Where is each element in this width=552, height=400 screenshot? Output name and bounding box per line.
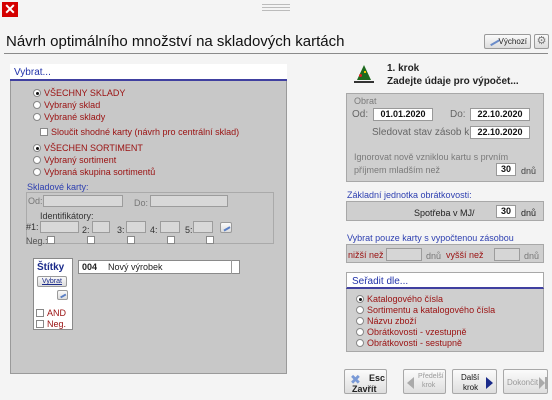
pick-icon[interactable]: [220, 222, 232, 233]
id-label-2: 2:: [82, 225, 90, 235]
ignore-label-line1: Ignorovat nově vzniklou kartu s prvním: [354, 152, 509, 162]
next-label-1: Další: [461, 373, 480, 382]
to-label: Do:: [134, 198, 149, 208]
default-button[interactable]: Výchozí: [484, 34, 531, 49]
id-label-4: 4:: [150, 225, 158, 235]
identifier-5-input[interactable]: [193, 221, 213, 233]
close-icon[interactable]: ✕: [2, 2, 18, 17]
tags-neg-checkbox[interactable]: Neg.: [36, 319, 66, 329]
merge-cards-checkbox[interactable]: Sloučit shodné karty (návrh pro centráln…: [40, 127, 239, 137]
sort-option-name[interactable]: Názvu zboží: [356, 316, 417, 326]
sort-option-catalog[interactable]: Katalogového čísla: [356, 294, 443, 304]
step-title: 1. krok: [387, 63, 420, 74]
arrow-right-icon: [486, 377, 493, 389]
filter-lower-label: nižší než: [348, 250, 384, 260]
select-panel-heading: Vybrat...: [10, 64, 287, 81]
ignore-label-line2: příjmem mladším než: [354, 165, 441, 175]
period-to-label: Do:: [450, 109, 466, 120]
finish-bar: [545, 377, 547, 389]
filter-higher-input[interactable]: [494, 248, 520, 261]
neg-checkbox-1[interactable]: [47, 236, 55, 244]
card-from-input[interactable]: [43, 195, 123, 207]
sort-option-assortment-catalog[interactable]: Sortimentu a katalogového čísla: [356, 305, 495, 315]
radio-selected-assortment[interactable]: Vybraný sortiment: [33, 155, 116, 165]
finish-label: Dokončit: [507, 378, 539, 387]
next-step-button[interactable]: Další krok: [452, 369, 497, 394]
close-label: Zavřít: [352, 384, 377, 394]
sort-option-turnover-desc[interactable]: Obrátkovosti - sestupně: [356, 338, 462, 348]
filter-higher-unit: dnů: [524, 251, 540, 261]
turnover-label: Základní jednotka obrátkovosti:: [347, 190, 472, 200]
arrow-left-icon: [407, 377, 414, 389]
neg-checkbox-4[interactable]: [167, 236, 175, 244]
title-divider: [4, 53, 548, 54]
period-from-label: Od:: [352, 109, 369, 120]
identifier-1-input[interactable]: [40, 221, 79, 233]
drag-grip[interactable]: [262, 4, 290, 11]
cards-group-label: Skladové karty:: [27, 182, 89, 192]
radio-selected-warehouse[interactable]: Vybraný sklad: [33, 100, 100, 110]
neg-checkbox-5[interactable]: [206, 236, 214, 244]
esc-label: Esc: [369, 373, 386, 383]
tag-code: 004: [82, 262, 98, 272]
sort-option-turnover-asc[interactable]: Obrátkovosti - vzestupně: [356, 327, 467, 337]
finish-button[interactable]: Dokončit: [503, 369, 548, 394]
prev-step-button[interactable]: Předelší krok: [403, 369, 446, 394]
identifier-3-input[interactable]: [126, 221, 146, 233]
step-subtitle: Zadejte údaje pro výpočet...: [387, 76, 519, 87]
radio-assortment-group[interactable]: Vybraná skupina sortimentů: [33, 167, 155, 177]
neg-checkbox-3[interactable]: [127, 236, 135, 244]
period-label: Obrat: [354, 96, 377, 106]
prev-label-2: krok: [422, 382, 436, 389]
close-button[interactable]: ✖ Esc Zavřít: [344, 369, 387, 394]
track-date-input[interactable]: 22.10.2020: [470, 126, 530, 139]
from-label: Od:: [28, 196, 43, 206]
tag-name: Nový výrobek: [108, 262, 163, 272]
identifier-4-input[interactable]: [160, 221, 180, 233]
card-to-input[interactable]: [150, 195, 228, 207]
period-to-input[interactable]: 22.10.2020: [470, 108, 530, 121]
wizard-icon: [354, 62, 374, 84]
neg-label: Neg.:: [26, 236, 48, 246]
id-label-1: #1:: [26, 222, 39, 232]
track-label: Sledovat stav zásob k:: [372, 127, 473, 138]
tags-label: Štítky: [37, 262, 65, 273]
filter-higher-label: vyšší než: [446, 250, 484, 260]
id-label-3: 3:: [117, 225, 125, 235]
ignore-days-input[interactable]: 30: [496, 163, 516, 176]
page-title: Návrh optimálního množství na skladových…: [6, 33, 345, 50]
sort-heading: Seřadit dle...: [346, 272, 544, 289]
radio-all-warehouses[interactable]: VŠECHNY SKLADY: [33, 88, 125, 98]
id-label-5: 5:: [185, 225, 193, 235]
pick-icon[interactable]: [57, 290, 68, 300]
turnover-days-input[interactable]: 30: [496, 205, 516, 218]
turnover-text: Spotřeba v MJ/: [414, 208, 475, 218]
filter-label: Vybrat pouze karty s vypočtenou zásobou: [347, 233, 514, 243]
radio-selected-warehouses[interactable]: Vybrané sklady: [33, 112, 105, 122]
gear-icon[interactable]: ⚙: [534, 34, 549, 49]
default-button-label: Výchozí: [498, 37, 527, 46]
ignore-unit: dnů: [521, 166, 537, 176]
next-label-2: krok: [463, 383, 479, 392]
tags-and-checkbox[interactable]: AND: [36, 308, 66, 318]
tags-select-button[interactable]: Vybrat: [37, 276, 67, 287]
tags-divider: [231, 260, 232, 274]
period-from-input[interactable]: 01.01.2020: [373, 108, 433, 121]
filter-lower-input[interactable]: [386, 248, 422, 261]
prev-label-1: Předelší: [418, 373, 444, 380]
filter-lower-unit: dnů: [426, 251, 442, 261]
neg-checkbox-2[interactable]: [87, 236, 95, 244]
radio-all-assortment[interactable]: VŠECHEN SORTIMENT: [33, 143, 143, 153]
turnover-unit: dnů: [521, 208, 537, 218]
identifiers-label: Identifikátory:: [40, 211, 94, 221]
identifier-2-input[interactable]: [92, 221, 110, 233]
